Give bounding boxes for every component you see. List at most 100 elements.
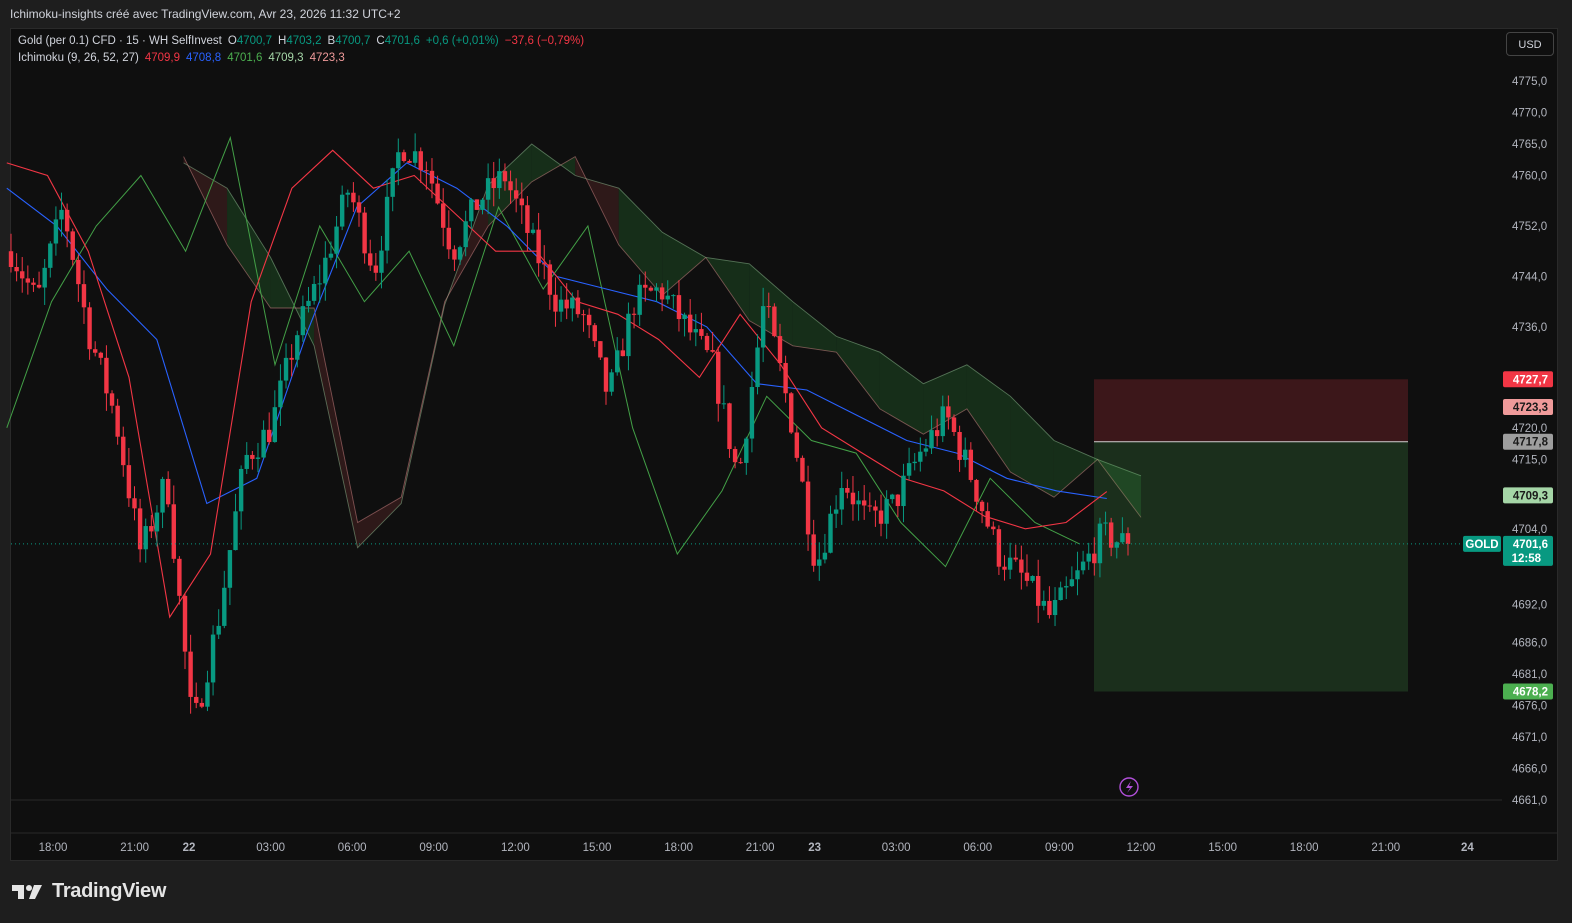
candle-body[interactable]	[811, 534, 816, 566]
candle-body[interactable]	[828, 513, 833, 553]
candle-body[interactable]	[598, 341, 603, 358]
candle-body[interactable]	[1092, 553, 1097, 564]
candle-body[interactable]	[165, 478, 171, 505]
candle-body[interactable]	[693, 329, 698, 333]
price-chart[interactable]: 4775,0 4770,0 4765,0 4760,0 4752,0 4744,0 4736…	[0, 0, 1572, 923]
candle-body[interactable]	[42, 267, 47, 288]
candle-body[interactable]	[317, 283, 322, 285]
candle-body[interactable]	[1047, 600, 1052, 616]
candle-body[interactable]	[154, 512, 160, 532]
candle-body[interactable]	[626, 313, 631, 357]
candle-body[interactable]	[104, 357, 109, 394]
candle-body[interactable]	[149, 526, 154, 532]
candle-body[interactable]	[867, 505, 872, 507]
candle-body[interactable]	[1075, 570, 1080, 580]
candle-body[interactable]	[873, 506, 878, 511]
candle-body[interactable]	[575, 297, 581, 315]
candle-body[interactable]	[895, 494, 901, 507]
candle-body[interactable]	[356, 202, 362, 213]
candle-body[interactable]	[878, 510, 884, 524]
candle-body[interactable]	[968, 449, 974, 480]
candle-body[interactable]	[547, 264, 553, 295]
candle-body[interactable]	[716, 351, 721, 404]
candle-body[interactable]	[760, 306, 766, 348]
candle-body[interactable]	[267, 429, 272, 443]
candle-body[interactable]	[749, 387, 755, 439]
candle-body[interactable]	[699, 329, 704, 336]
candle-body[interactable]	[631, 313, 637, 315]
candle-body[interactable]	[1069, 579, 1075, 587]
candle-body[interactable]	[497, 171, 502, 189]
candle-body[interactable]	[581, 314, 586, 316]
candle-body[interactable]	[1030, 575, 1035, 581]
candle-body[interactable]	[856, 500, 861, 505]
candle-body[interactable]	[822, 552, 828, 560]
candle-body[interactable]	[890, 494, 895, 500]
candle-body[interactable]	[401, 152, 407, 161]
candle-body[interactable]	[323, 257, 328, 284]
candle-body[interactable]	[1024, 572, 1030, 581]
candle-body[interactable]	[491, 178, 496, 189]
candle-body[interactable]	[676, 295, 682, 320]
candle-body[interactable]	[934, 430, 940, 437]
candle-body[interactable]	[160, 478, 165, 513]
candle-body[interactable]	[536, 229, 541, 264]
candle-body[interactable]	[615, 350, 620, 373]
candle-body[interactable]	[755, 347, 760, 388]
candle-body[interactable]	[20, 271, 25, 279]
candle-body[interactable]	[25, 278, 31, 283]
candle-body[interactable]	[620, 350, 626, 357]
candle-body[interactable]	[1086, 553, 1091, 562]
candle-body[interactable]	[59, 209, 64, 220]
candle-body[interactable]	[996, 529, 1002, 567]
candle-body[interactable]	[929, 430, 934, 449]
candle-body[interactable]	[345, 192, 350, 195]
candle-body[interactable]	[115, 405, 120, 437]
candle-body[interactable]	[70, 231, 75, 260]
candle-body[interactable]	[609, 372, 614, 392]
candle-body[interactable]	[542, 263, 547, 265]
candle-body[interactable]	[289, 357, 294, 360]
candle-body[interactable]	[558, 299, 564, 312]
candle-body[interactable]	[424, 170, 429, 172]
candle-body[interactable]	[182, 595, 188, 652]
candle-body[interactable]	[81, 284, 87, 308]
candle-body[interactable]	[126, 465, 132, 499]
candle-body[interactable]	[665, 295, 670, 300]
candle-body[interactable]	[530, 229, 536, 233]
candle-body[interactable]	[991, 526, 996, 530]
candle-body[interactable]	[794, 432, 800, 458]
candle-body[interactable]	[833, 509, 839, 514]
candle-body[interactable]	[1080, 561, 1086, 571]
candle-body[interactable]	[513, 190, 519, 199]
candle-body[interactable]	[845, 487, 850, 493]
candle-body[interactable]	[171, 504, 176, 559]
candle-body[interactable]	[396, 152, 401, 169]
candle-body[interactable]	[974, 479, 979, 502]
candle-body[interactable]	[446, 227, 452, 250]
candle-body[interactable]	[435, 183, 440, 204]
candle-body[interactable]	[418, 151, 423, 171]
candle-body[interactable]	[570, 297, 575, 309]
candle-body[interactable]	[1064, 586, 1069, 588]
candle-body[interactable]	[278, 380, 283, 408]
candle-body[interactable]	[744, 438, 749, 463]
candle-body[interactable]	[64, 209, 70, 232]
candle-body[interactable]	[1052, 600, 1058, 616]
candle-body[interactable]	[946, 406, 951, 418]
candle-body[interactable]	[92, 349, 98, 353]
candle-body[interactable]	[412, 151, 418, 163]
candle-body[interactable]	[592, 325, 597, 342]
candle-body[interactable]	[407, 160, 412, 163]
candle-body[interactable]	[295, 335, 300, 360]
candle-body[interactable]	[76, 259, 81, 285]
candle-body[interactable]	[564, 299, 569, 309]
candle-body[interactable]	[940, 406, 945, 437]
candle-body[interactable]	[121, 436, 126, 466]
candle-body[interactable]	[721, 403, 727, 405]
candle-body[interactable]	[1058, 587, 1063, 601]
candle-body[interactable]	[1041, 600, 1047, 606]
candle-body[interactable]	[384, 196, 390, 251]
candle-body[interactable]	[777, 336, 783, 364]
candle-body[interactable]	[525, 205, 530, 233]
